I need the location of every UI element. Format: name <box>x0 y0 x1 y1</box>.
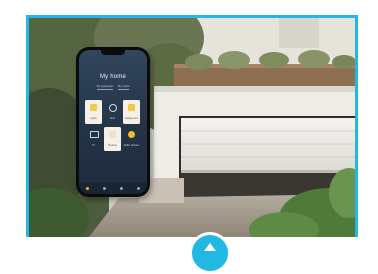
tv-icon <box>90 131 99 138</box>
home-tab-icon[interactable] <box>86 187 89 190</box>
clock-tab-icon[interactable] <box>120 187 123 190</box>
garage-photo: My home My equipment My rooms Lights Doo… <box>29 18 355 237</box>
shutter-icon <box>109 131 116 138</box>
scene-tab-icon[interactable] <box>103 187 106 190</box>
smartphone: My home My equipment My rooms Lights Doo… <box>76 47 150 197</box>
tile-door[interactable]: Door <box>104 100 121 124</box>
lock-icon <box>109 104 117 112</box>
phone-notch <box>101 50 125 55</box>
more-tab-icon[interactable] <box>137 187 140 190</box>
app-tab-bar <box>79 183 147 194</box>
tile-shutters[interactable]: Shutters <box>104 127 121 151</box>
plus-circle-icon <box>128 131 135 138</box>
bulb-icon <box>90 104 97 111</box>
tab-my-equipment[interactable]: My equipment <box>96 85 113 90</box>
garage-icon <box>128 104 135 111</box>
app-screen: My home My equipment My rooms Lights Doo… <box>79 50 147 194</box>
tile-tv[interactable]: TV <box>85 127 102 151</box>
app-title: My home <box>99 74 127 80</box>
tab-my-rooms[interactable]: My rooms <box>117 85 130 90</box>
tile-lights[interactable]: Lights <box>85 100 102 124</box>
app-tabs: My equipment My rooms <box>83 85 143 90</box>
tile-roller-shutters[interactable]: Roller shutters <box>123 127 140 151</box>
scroll-up-button[interactable] <box>189 232 231 274</box>
tile-garage-door[interactable]: Garage door <box>123 100 140 124</box>
chevron-up-icon <box>204 243 216 251</box>
image-frame: My home My equipment My rooms Lights Doo… <box>26 15 358 237</box>
